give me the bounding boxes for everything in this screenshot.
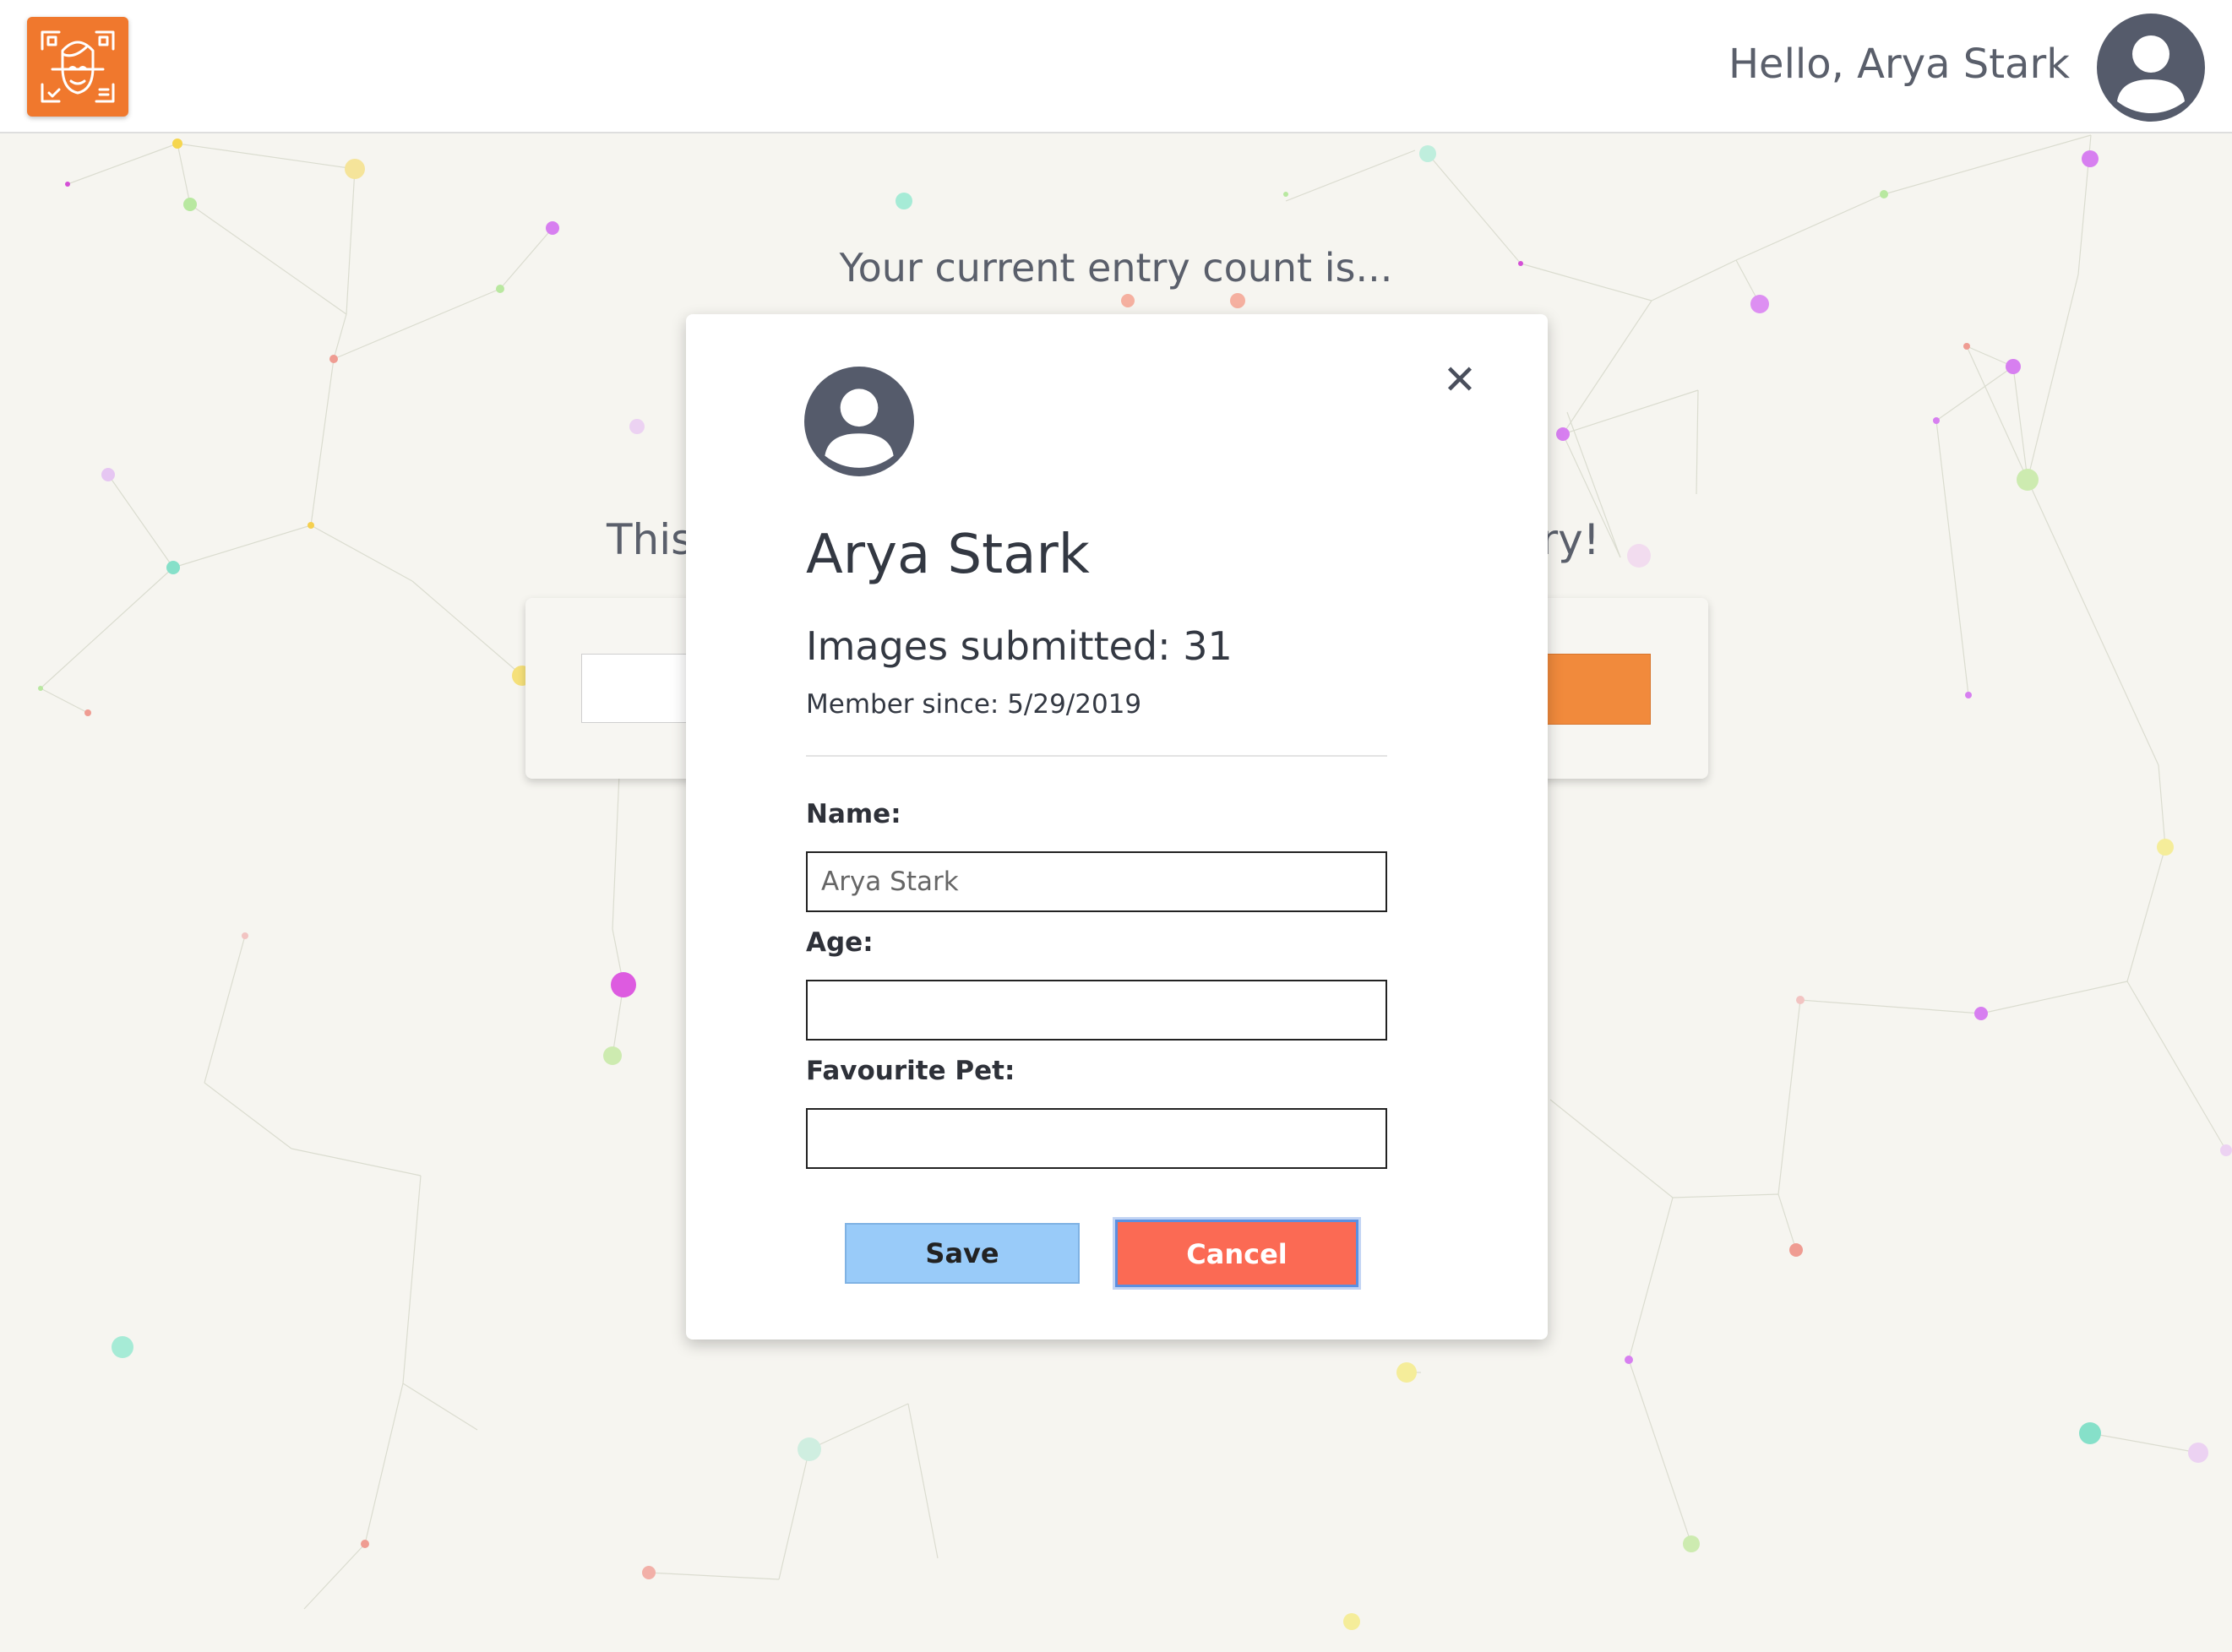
age-field[interactable]	[806, 980, 1387, 1041]
images-submitted-count: Images submitted: 31	[806, 623, 1233, 669]
entry-count-heading: Your current entry count is...	[839, 245, 1393, 291]
profile-modal: ✕ Arya Stark Images submitted: 31 Member…	[686, 314, 1548, 1340]
age-label: Age:	[806, 927, 874, 958]
greeting-text: Hello, Arya Stark	[1728, 41, 2070, 88]
favourite-pet-label: Favourite Pet:	[806, 1056, 1015, 1086]
tagline-text-left: This	[607, 515, 694, 564]
save-button[interactable]: Save	[845, 1223, 1080, 1284]
app-logo[interactable]	[27, 17, 128, 117]
top-navbar: Hello, Arya Stark	[0, 0, 2232, 133]
close-icon[interactable]: ✕	[1438, 358, 1482, 402]
profile-name: Arya Stark	[806, 524, 1090, 586]
name-field[interactable]	[806, 851, 1387, 912]
divider	[806, 755, 1387, 757]
name-label: Name:	[806, 799, 901, 829]
member-since-text: Member since: 5/29/2019	[806, 689, 1142, 720]
user-avatar-icon[interactable]	[2097, 14, 2205, 122]
user-avatar-icon	[804, 367, 914, 476]
face-scan-icon	[41, 30, 115, 103]
favourite-pet-field[interactable]	[806, 1108, 1387, 1169]
cancel-button[interactable]: Cancel	[1115, 1220, 1358, 1287]
